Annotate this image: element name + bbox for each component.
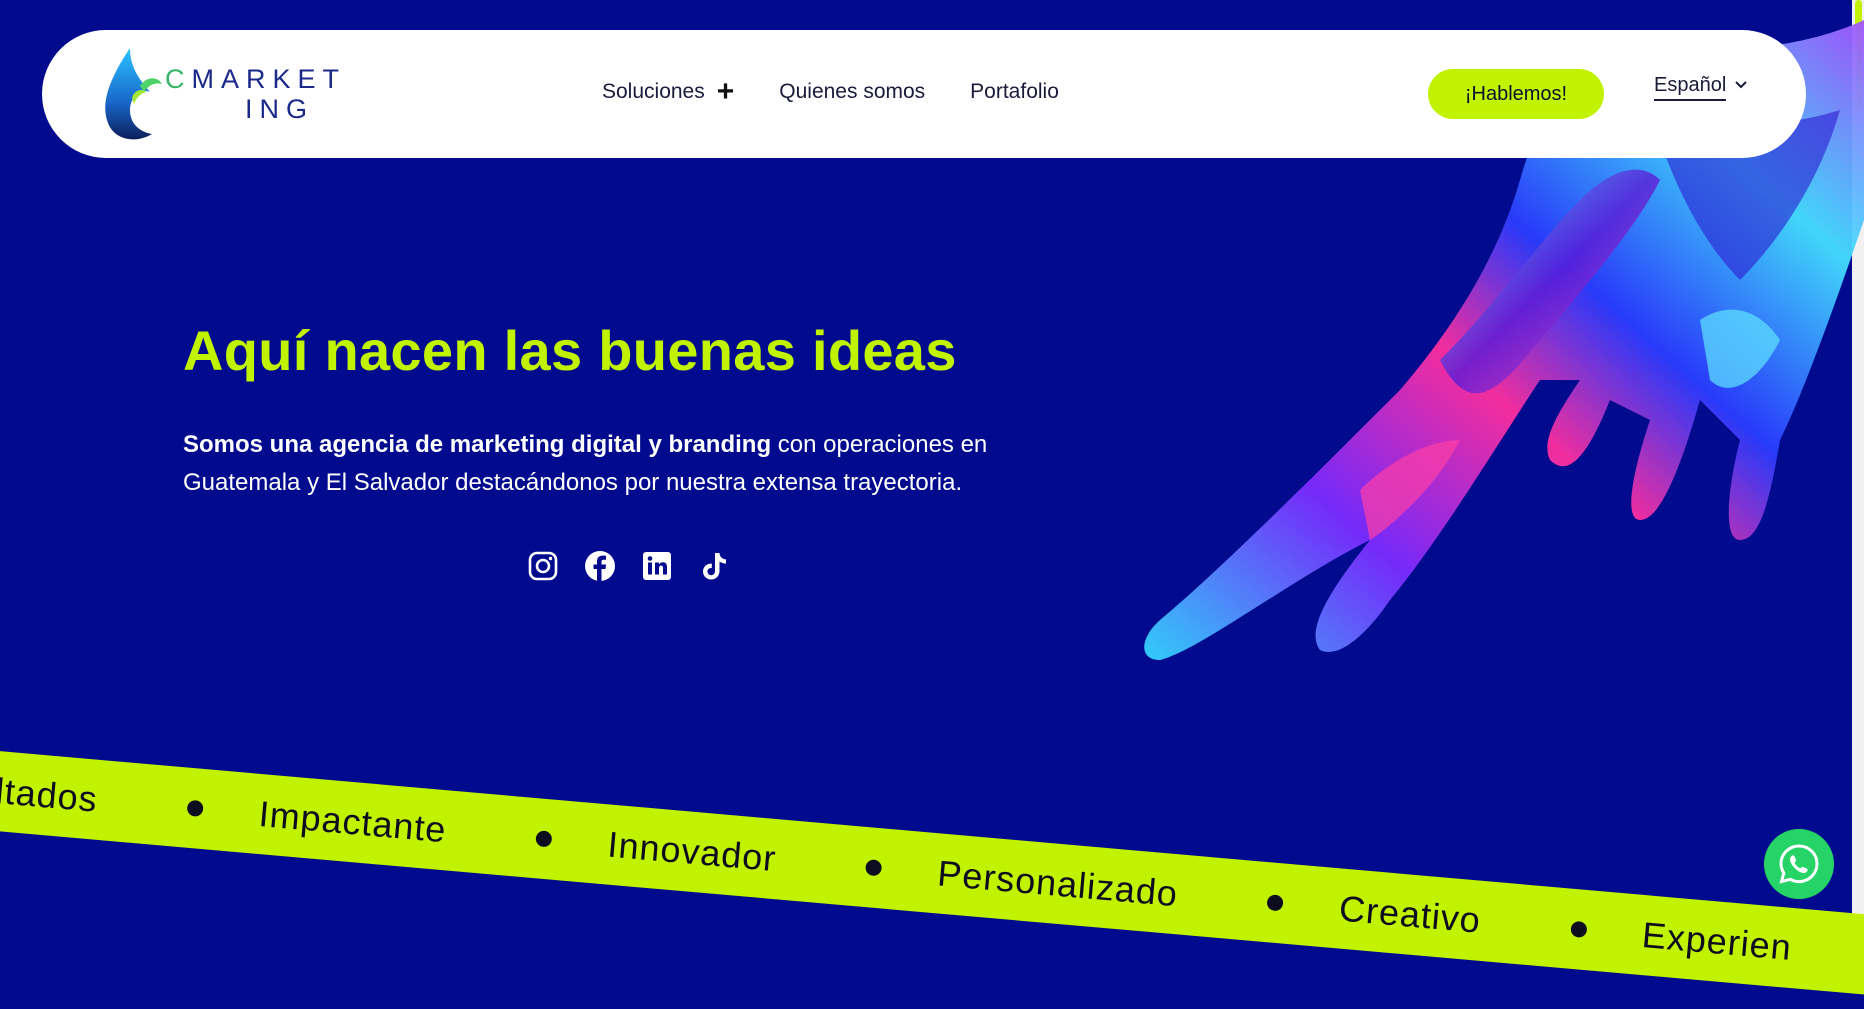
bullet-icon bbox=[1569, 920, 1588, 939]
tiktok-icon[interactable] bbox=[698, 550, 730, 582]
linkedin-icon[interactable] bbox=[641, 550, 673, 582]
brand-logo[interactable]: CMARKET ING bbox=[100, 48, 339, 143]
nav-item-portafolio[interactable]: Portafolio bbox=[970, 80, 1059, 104]
ticker-word: Impactante bbox=[257, 793, 449, 851]
bullet-icon bbox=[186, 799, 204, 818]
logo-mark-icon bbox=[105, 48, 162, 140]
nav-item-label: Portafolio bbox=[970, 80, 1059, 103]
navbar: CMARKET ING Soluciones + Quienes somos P… bbox=[42, 30, 1806, 158]
ticker-word: Innovador bbox=[606, 823, 779, 880]
whatsapp-icon bbox=[1779, 844, 1819, 884]
nav-item-label: Quienes somos bbox=[779, 80, 926, 103]
whatsapp-button[interactable] bbox=[1764, 829, 1834, 899]
hero-description-bold: Somos una agencia de marketing digital y… bbox=[183, 431, 772, 458]
ticker-word: Creativo bbox=[1337, 887, 1483, 941]
keywords-ticker: ltados Impactante Innovador Personalizad… bbox=[0, 738, 1864, 1009]
plus-icon: + bbox=[716, 75, 735, 108]
facebook-icon[interactable] bbox=[584, 550, 616, 582]
nav-item-soluciones[interactable]: Soluciones + bbox=[602, 75, 735, 108]
hero-description: Somos una agencia de marketing digital y… bbox=[183, 426, 1023, 502]
bullet-icon bbox=[865, 859, 883, 877]
bullet-icon bbox=[535, 830, 553, 848]
logo-text-line2: ING bbox=[245, 94, 315, 124]
instagram-icon[interactable] bbox=[527, 550, 559, 582]
social-links bbox=[527, 550, 755, 582]
nav-item-quienes-somos[interactable]: Quienes somos bbox=[779, 80, 925, 104]
language-selector[interactable]: Español bbox=[1654, 74, 1748, 101]
bullet-icon bbox=[1266, 894, 1285, 912]
logo-text-line1: CMARKET bbox=[165, 64, 347, 94]
main-nav: Soluciones + Quienes somos Portafolio bbox=[602, 75, 1104, 108]
chevron-down-icon bbox=[1735, 80, 1747, 88]
hablemos-button[interactable]: ¡Hablemos! bbox=[1428, 69, 1604, 119]
ticker-word: ltados bbox=[0, 770, 100, 820]
nav-item-label: Soluciones bbox=[602, 80, 705, 103]
hero-title: Aquí nacen las buenas ideas bbox=[183, 319, 957, 382]
ticker-word: Personalizado bbox=[935, 852, 1180, 915]
language-label: Español bbox=[1654, 74, 1727, 101]
ticker-word: Experien bbox=[1640, 914, 1794, 968]
